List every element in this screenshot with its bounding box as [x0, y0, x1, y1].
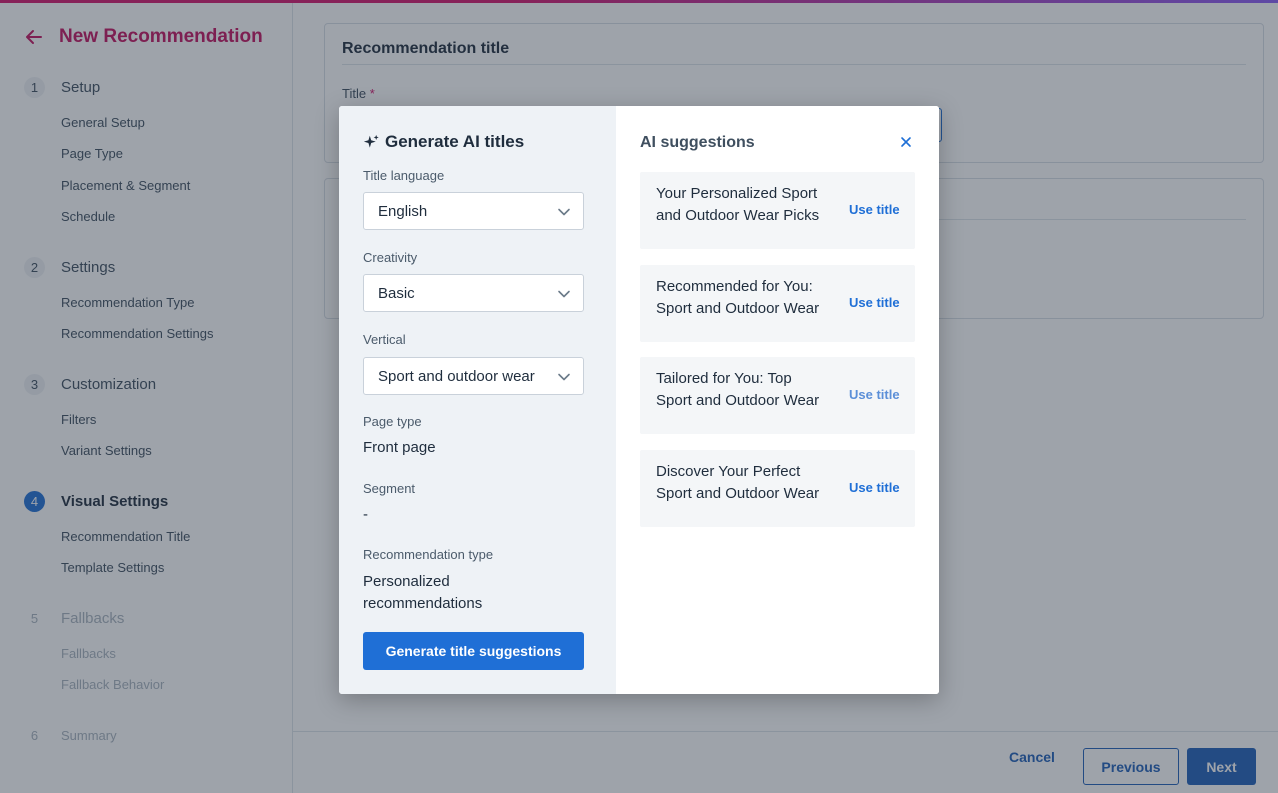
close-icon[interactable] [899, 135, 913, 149]
select-value: Basic [378, 284, 415, 302]
suggestion-item: Tailored for You: Top Sport and Outdoor … [640, 357, 915, 434]
suggestion-line: Sport and Outdoor Wear [656, 300, 820, 317]
chevron-down-icon [558, 208, 570, 216]
select-value: Sport and outdoor wear [378, 367, 535, 385]
title-language-label: Title language [363, 168, 445, 183]
creativity-select[interactable]: Basic [363, 274, 584, 312]
recommendation-type-value: Personalized recommendations [363, 571, 482, 615]
chevron-down-icon [558, 290, 570, 298]
ai-suggestions-panel: AI suggestions Your Personalized Sport a… [616, 106, 939, 694]
modal-title-text: Generate AI titles [385, 132, 525, 151]
suggestion-text: Recommended for You: Sport and Outdoor W… [656, 276, 838, 320]
recommendation-type-label: Recommendation type [363, 547, 494, 562]
page-type-value: Front page [363, 439, 436, 456]
segment-label: Segment [363, 481, 416, 496]
creativity-label: Creativity [363, 250, 418, 265]
chevron-down-icon [558, 373, 570, 381]
suggestions-title: AI suggestions [640, 134, 755, 151]
suggestion-line: Sport and Outdoor Wear [656, 485, 820, 502]
suggestion-line: Your Personalized Sport [656, 185, 818, 202]
suggestion-line: and Outdoor Wear Picks [656, 207, 820, 224]
sparkle-icon [363, 134, 379, 148]
use-title-button[interactable]: Use title [849, 295, 900, 310]
use-title-button[interactable]: Use title [849, 387, 900, 402]
vertical-label: Vertical [363, 332, 406, 347]
suggestion-item: Discover Your Perfect Sport and Outdoor … [640, 450, 915, 527]
page-type-label: Page type [363, 414, 422, 429]
modal-title: Generate AI titles [363, 132, 524, 152]
select-value: English [378, 202, 428, 220]
suggestion-line: Discover Your Perfect [656, 463, 801, 480]
suggestion-text: Tailored for You: Top Sport and Outdoor … [656, 368, 838, 412]
suggestion-text: Your Personalized Sport and Outdoor Wear… [656, 183, 838, 227]
suggestion-line: Sport and Outdoor Wear [656, 392, 820, 409]
use-title-button[interactable]: Use title [849, 202, 900, 217]
value-line: Personalized [363, 573, 450, 590]
generation-settings-panel: Generate AI titles Title language Englis… [339, 106, 616, 694]
suggestion-item: Recommended for You: Sport and Outdoor W… [640, 265, 915, 342]
suggestion-line: Tailored for You: Top [656, 370, 792, 387]
suggestion-text: Discover Your Perfect Sport and Outdoor … [656, 461, 838, 505]
value-line: recommendations [363, 595, 483, 612]
vertical-select[interactable]: Sport and outdoor wear [363, 357, 584, 395]
segment-value: - [363, 506, 368, 523]
generate-ai-titles-modal: Generate AI titles Title language Englis… [339, 106, 939, 694]
generate-suggestions-button[interactable]: Generate title suggestions [363, 632, 584, 670]
suggestion-item: Your Personalized Sport and Outdoor Wear… [640, 172, 915, 249]
title-language-select[interactable]: English [363, 192, 584, 230]
use-title-button[interactable]: Use title [849, 480, 900, 495]
suggestion-line: Recommended for You: [656, 278, 813, 295]
